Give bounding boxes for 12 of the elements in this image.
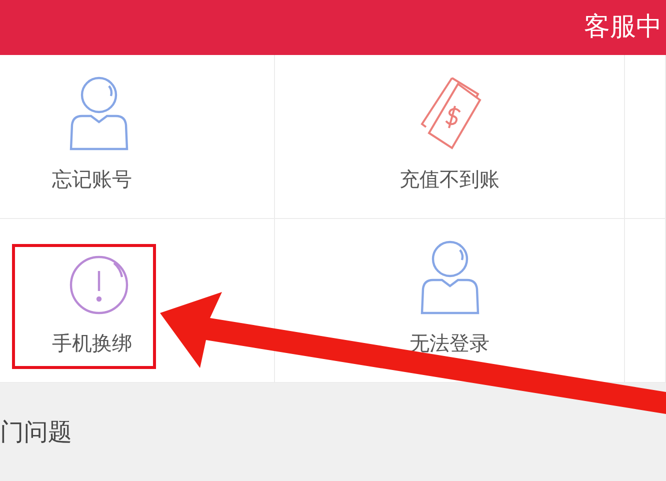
money-icon [418,76,482,152]
menu-item-label: 充值不到账 [400,166,500,193]
page-title: 客服中 [584,11,662,44]
grid-cell[interactable]: 忘记账号 [0,55,275,219]
person-icon [418,240,480,316]
menu-item-label: 忘记账号 [52,166,132,193]
section-title: 门问题 [0,417,72,448]
person-icon [68,76,130,152]
alert-icon [68,254,130,316]
menu-item-label: 手机换绑 [52,330,132,357]
menu-item-label: 无法登录 [410,330,490,357]
grid-cell[interactable]: 充值不到账 [275,55,625,219]
